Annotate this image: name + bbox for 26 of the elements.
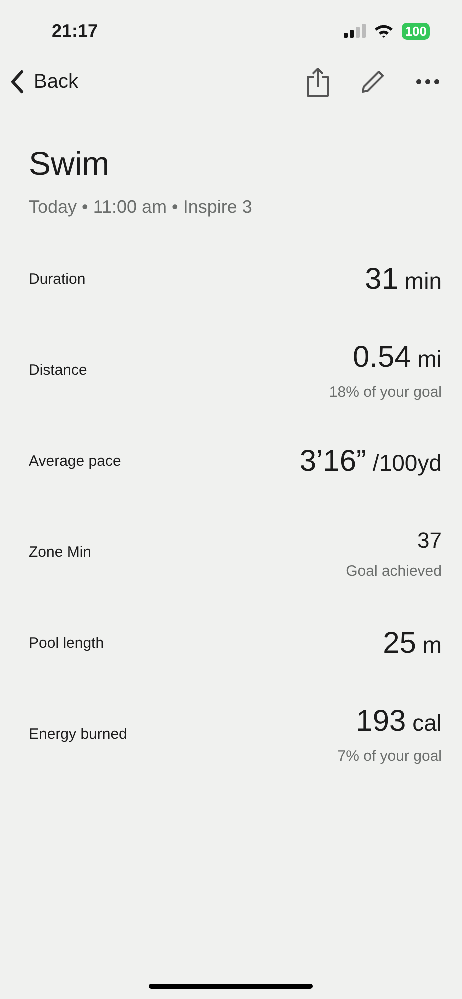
stat-value: 193 cal xyxy=(356,704,442,740)
stat-label: Zone Min xyxy=(29,543,92,564)
status-time: 21:17 xyxy=(52,20,98,42)
stat-note: 7% of your goal xyxy=(338,746,442,767)
stat-label: Energy burned xyxy=(29,725,128,746)
stat-label: Pool length xyxy=(29,634,104,654)
stat-label: Distance xyxy=(29,361,88,382)
chevron-left-icon xyxy=(10,70,24,94)
stat-label: Average pace xyxy=(29,452,122,472)
stat-value: 3’16” /100yd xyxy=(300,444,442,480)
more-icon[interactable] xyxy=(416,79,440,85)
pencil-icon[interactable] xyxy=(360,69,386,95)
workout-subtitle: Today • 11:00 am • Inspire 3 xyxy=(29,196,254,219)
signal-icon xyxy=(344,24,366,38)
workout-title: Swim xyxy=(29,144,111,184)
stat-note: 18% of your goal xyxy=(329,382,442,403)
stat-value: 0.54 mi xyxy=(352,340,442,376)
stat-value: 37 xyxy=(418,526,442,555)
battery-level: 100 xyxy=(402,22,430,40)
stat-label: Duration xyxy=(29,270,86,290)
stat-value: 25 m xyxy=(383,626,442,662)
back-button[interactable]: Back xyxy=(10,67,78,97)
stat-note: Goal achieved xyxy=(346,562,442,582)
wifi-icon xyxy=(374,24,394,38)
share-icon[interactable] xyxy=(306,67,330,97)
stat-value: 31 min xyxy=(365,262,442,298)
